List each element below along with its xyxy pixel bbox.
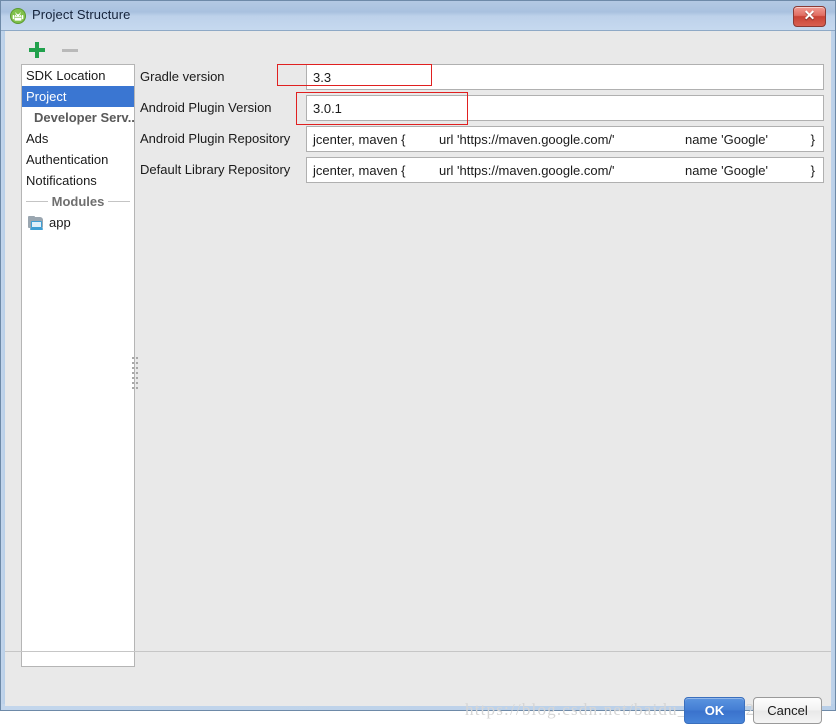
- label-android-plugin-version: Android Plugin Version: [140, 95, 296, 121]
- sidebar-item-label: Authentication: [26, 152, 108, 167]
- sidebar-section-label: Modules: [52, 191, 105, 212]
- remove-module-button[interactable]: [59, 39, 81, 61]
- dialog-body: SDK Location Project Developer Serv... Ads A…: [5, 31, 831, 706]
- form-row-default-library-repository: Default Library Repository jcenter, maven…: [140, 157, 826, 188]
- close-button[interactable]: ✕: [793, 6, 826, 27]
- input-android-plugin-repository-seg-b: url 'https://maven.google.com/': [433, 132, 679, 147]
- input-android-plugin-repository-seg-a: jcenter, maven {: [307, 132, 433, 147]
- splitter-dot: [136, 357, 138, 359]
- label-default-library-repository: Default Library Repository: [140, 157, 296, 183]
- splitter-dot: [136, 362, 138, 364]
- form-row-android-plugin-repository: Android Plugin Repository jcenter, maven …: [140, 126, 826, 157]
- separator-line-left: [26, 201, 48, 202]
- sidebar-item-label: Developer Serv...: [34, 110, 135, 125]
- input-android-plugin-version-value: 3.0.1: [307, 101, 342, 116]
- sidebar-item-label: Notifications: [26, 173, 97, 188]
- input-default-library-repository-seg-b: url 'https://maven.google.com/': [433, 163, 679, 178]
- input-gradle-version[interactable]: 3.3: [306, 64, 824, 90]
- sidebar-item-notifications[interactable]: Notifications: [22, 170, 134, 191]
- panel-splitter[interactable]: [132, 357, 139, 395]
- label-android-plugin-repository: Android Plugin Repository: [140, 126, 296, 152]
- input-android-plugin-repository-seg-c: name 'Google': [679, 132, 805, 147]
- splitter-dot: [136, 387, 138, 389]
- splitter-dot: [136, 382, 138, 384]
- splitter-dot: [132, 382, 134, 384]
- splitter-dot: [136, 367, 138, 369]
- sidebar-item-label: SDK Location: [26, 68, 106, 83]
- add-module-button[interactable]: [27, 39, 49, 61]
- footer-separator: [5, 651, 831, 652]
- sidebar-item-ads[interactable]: Ads: [22, 128, 134, 149]
- android-studio-icon: [10, 8, 26, 24]
- input-android-plugin-repository[interactable]: jcenter, maven {url 'https://maven.googl…: [306, 126, 824, 152]
- project-form: Gradle version 3.3 Android Plugin Version 3…: [140, 64, 826, 188]
- sidebar-list[interactable]: SDK Location Project Developer Serv... Ads A…: [21, 64, 135, 667]
- input-default-library-repository[interactable]: jcenter, maven {url 'https://maven.googl…: [306, 157, 824, 183]
- sidebar-section-modules: Modules: [22, 191, 134, 212]
- sidebar-item-authentication[interactable]: Authentication: [22, 149, 134, 170]
- title-bar[interactable]: Project Structure ✕: [1, 1, 835, 31]
- sidebar-item-sdk-location[interactable]: SDK Location: [22, 65, 134, 86]
- form-row-gradle-version: Gradle version 3.3: [140, 64, 826, 95]
- sidebar-item-developer-serv: Developer Serv...: [22, 107, 134, 128]
- window-title: Project Structure: [32, 7, 131, 22]
- close-icon: ✕: [794, 6, 825, 25]
- splitter-dot: [132, 367, 134, 369]
- input-android-plugin-version[interactable]: 3.0.1: [306, 95, 824, 121]
- input-default-library-repository-seg-a: jcenter, maven {: [307, 163, 433, 178]
- splitter-dot: [132, 362, 134, 364]
- plus-icon-bar: [29, 48, 45, 52]
- module-icon: [28, 216, 44, 230]
- sidebar-item-label: Project: [26, 89, 66, 104]
- input-android-plugin-repository-seg-d: }: [805, 132, 823, 147]
- sidebar-item-label: Ads: [26, 131, 48, 146]
- input-default-library-repository-seg-d: }: [805, 163, 823, 178]
- minus-icon: [62, 49, 78, 52]
- splitter-dot: [132, 357, 134, 359]
- sidebar-module-label: app: [49, 212, 71, 233]
- input-default-library-repository-seg-c: name 'Google': [679, 163, 805, 178]
- sidebar-item-project[interactable]: Project: [22, 86, 134, 107]
- label-gradle-version: Gradle version: [140, 64, 296, 90]
- splitter-dot: [136, 372, 138, 374]
- form-row-android-plugin-version: Android Plugin Version 3.0.1: [140, 95, 826, 126]
- splitter-dot: [136, 377, 138, 379]
- splitter-dot: [132, 387, 134, 389]
- sidebar-module-app[interactable]: app: [22, 212, 134, 233]
- separator-line-right: [108, 201, 130, 202]
- splitter-dot: [132, 372, 134, 374]
- input-gradle-version-value: 3.3: [307, 70, 331, 85]
- sidebar-toolbar: [19, 39, 139, 63]
- project-structure-dialog: Project Structure ✕ SDK Location Project D…: [0, 0, 836, 711]
- splitter-dot: [132, 377, 134, 379]
